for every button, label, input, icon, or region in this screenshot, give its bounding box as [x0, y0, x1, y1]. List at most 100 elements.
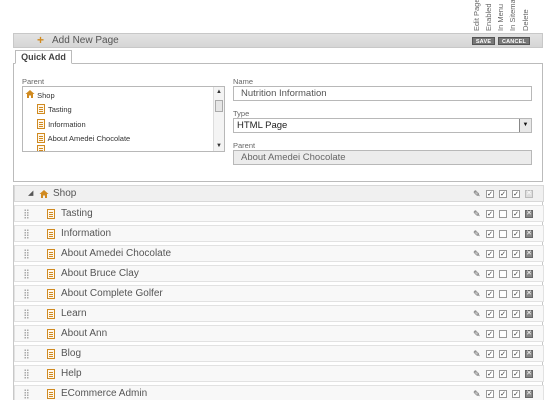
- tree-row[interactable]: About Amedei Chocolate ✎ ✓ ✓ ✓ ✕: [14, 245, 544, 262]
- row-label[interactable]: About Ann: [61, 327, 107, 341]
- in-menu-checkbox[interactable]: [499, 210, 507, 218]
- pencil-icon[interactable]: ✎: [473, 369, 482, 379]
- in-sitemap-checkbox[interactable]: ✓: [512, 250, 520, 258]
- drag-handle-icon[interactable]: [24, 229, 29, 239]
- delete-icon[interactable]: ✕: [525, 210, 533, 218]
- pencil-icon[interactable]: ✎: [473, 189, 482, 199]
- pencil-icon[interactable]: ✎: [473, 309, 482, 319]
- tree-row[interactable]: About Ann ✎ ✓ ✓ ✕: [14, 325, 544, 342]
- type-select[interactable]: HTML Page ▼: [233, 118, 532, 133]
- enabled-checkbox[interactable]: ✓: [486, 390, 494, 398]
- tree-scrollbar[interactable]: ▲ ▼: [213, 87, 224, 151]
- scroll-down-icon[interactable]: ▼: [214, 141, 224, 151]
- drag-handle-icon[interactable]: [24, 249, 29, 259]
- drag-handle-icon[interactable]: [24, 289, 29, 299]
- name-field[interactable]: Nutrition Information: [233, 86, 532, 101]
- drag-handle-icon[interactable]: [24, 369, 29, 379]
- enabled-checkbox[interactable]: ✓: [486, 310, 494, 318]
- delete-icon[interactable]: ✕: [525, 330, 533, 338]
- in-sitemap-checkbox[interactable]: ✓: [512, 290, 520, 298]
- tree-row[interactable]: ECommerce Admin ✎ ✓ ✓ ✓ ✕: [14, 385, 544, 400]
- in-sitemap-checkbox[interactable]: ✓: [512, 310, 520, 318]
- pencil-icon[interactable]: ✎: [473, 349, 482, 359]
- enabled-checkbox[interactable]: ✓: [486, 330, 494, 338]
- add-new-page-bar[interactable]: + Add New Page SAVE CANCEL: [13, 33, 543, 48]
- parent-tree-select[interactable]: Shop Tasting Information About Amedei Ch…: [22, 86, 225, 152]
- enabled-checkbox[interactable]: ✓: [486, 270, 494, 278]
- tree-row[interactable]: Information ✎ ✓ ✓ ✕: [14, 225, 544, 242]
- drag-handle-icon[interactable]: [24, 209, 29, 219]
- drag-handle-icon[interactable]: [24, 349, 29, 359]
- scroll-up-icon[interactable]: ▲: [214, 87, 224, 97]
- row-label[interactable]: Information: [61, 227, 111, 241]
- save-button[interactable]: SAVE: [472, 37, 495, 45]
- tree-row[interactable]: About Bruce Clay ✎ ✓ ✓ ✕: [14, 265, 544, 282]
- delete-icon[interactable]: ✕: [525, 390, 533, 398]
- row-label[interactable]: Tasting: [61, 207, 93, 221]
- row-label[interactable]: About Complete Golfer: [61, 287, 163, 301]
- row-label[interactable]: About Bruce Clay: [61, 267, 139, 281]
- pencil-icon[interactable]: ✎: [473, 329, 482, 339]
- scroll-thumb[interactable]: [215, 100, 223, 112]
- enabled-checkbox[interactable]: ✓: [486, 210, 494, 218]
- in-sitemap-checkbox[interactable]: ✓: [512, 390, 520, 398]
- tree-row[interactable]: Tasting ✎ ✓ ✓ ✕: [14, 205, 544, 222]
- in-sitemap-checkbox[interactable]: ✓: [512, 210, 520, 218]
- delete-icon[interactable]: ✕: [525, 310, 533, 318]
- tree-item-information[interactable]: Information: [37, 118, 86, 131]
- tree-row-shop[interactable]: ◢ Shop ✎ ✓ ✓ ✓ ✕: [14, 185, 544, 202]
- row-label[interactable]: About Amedei Chocolate: [61, 247, 171, 261]
- tree-row[interactable]: Help ✎ ✓ ✓ ✓ ✕: [14, 365, 544, 382]
- collapse-icon[interactable]: ◢: [28, 190, 33, 198]
- drag-handle-icon[interactable]: [24, 389, 29, 399]
- drag-handle-icon[interactable]: [24, 269, 29, 279]
- chevron-down-icon[interactable]: ▼: [519, 119, 531, 132]
- enabled-checkbox[interactable]: ✓: [486, 290, 494, 298]
- in-sitemap-checkbox[interactable]: ✓: [512, 190, 520, 198]
- row-label[interactable]: Shop: [53, 187, 76, 201]
- delete-icon[interactable]: ✕: [525, 290, 533, 298]
- tree-row[interactable]: Learn ✎ ✓ ✓ ✓ ✕: [14, 305, 544, 322]
- tab-quick-add[interactable]: Quick Add: [15, 50, 72, 64]
- pencil-icon[interactable]: ✎: [473, 269, 482, 279]
- enabled-checkbox[interactable]: ✓: [486, 190, 494, 198]
- in-sitemap-checkbox[interactable]: ✓: [512, 230, 520, 238]
- enabled-checkbox[interactable]: ✓: [486, 350, 494, 358]
- row-label[interactable]: ECommerce Admin: [61, 387, 147, 400]
- delete-icon[interactable]: ✕: [525, 250, 533, 258]
- in-menu-checkbox[interactable]: [499, 270, 507, 278]
- in-menu-checkbox[interactable]: [499, 330, 507, 338]
- in-menu-checkbox[interactable]: ✓: [499, 250, 507, 258]
- tree-item-about-amedei[interactable]: About Amedei Chocolate: [37, 132, 130, 145]
- delete-icon[interactable]: ✕: [525, 350, 533, 358]
- drag-handle-icon[interactable]: [24, 309, 29, 319]
- delete-icon[interactable]: ✕: [525, 370, 533, 378]
- in-sitemap-checkbox[interactable]: ✓: [512, 370, 520, 378]
- in-menu-checkbox[interactable]: ✓: [499, 190, 507, 198]
- in-sitemap-checkbox[interactable]: ✓: [512, 350, 520, 358]
- delete-icon[interactable]: ✕: [525, 230, 533, 238]
- enabled-checkbox[interactable]: ✓: [486, 230, 494, 238]
- enabled-checkbox[interactable]: ✓: [486, 370, 494, 378]
- in-sitemap-checkbox[interactable]: ✓: [512, 330, 520, 338]
- in-sitemap-checkbox[interactable]: ✓: [512, 270, 520, 278]
- pencil-icon[interactable]: ✎: [473, 209, 482, 219]
- in-menu-checkbox[interactable]: [499, 230, 507, 238]
- delete-icon[interactable]: ✕: [525, 270, 533, 278]
- pencil-icon[interactable]: ✎: [473, 229, 482, 239]
- row-label[interactable]: Help: [61, 367, 82, 381]
- tree-row[interactable]: Blog ✎ ✓ ✓ ✓ ✕: [14, 345, 544, 362]
- cancel-button[interactable]: CANCEL: [498, 37, 530, 45]
- pencil-icon[interactable]: ✎: [473, 289, 482, 299]
- pencil-icon[interactable]: ✎: [473, 249, 482, 259]
- in-menu-checkbox[interactable]: ✓: [499, 390, 507, 398]
- tree-item-shop[interactable]: Shop: [25, 89, 55, 102]
- enabled-checkbox[interactable]: ✓: [486, 250, 494, 258]
- pencil-icon[interactable]: ✎: [473, 389, 482, 399]
- row-label[interactable]: Learn: [61, 307, 87, 321]
- in-menu-checkbox[interactable]: ✓: [499, 370, 507, 378]
- tree-row[interactable]: About Complete Golfer ✎ ✓ ✓ ✕: [14, 285, 544, 302]
- tree-item-tasting[interactable]: Tasting: [37, 103, 72, 116]
- add-new-page-label[interactable]: Add New Page: [52, 35, 119, 47]
- in-menu-checkbox[interactable]: ✓: [499, 350, 507, 358]
